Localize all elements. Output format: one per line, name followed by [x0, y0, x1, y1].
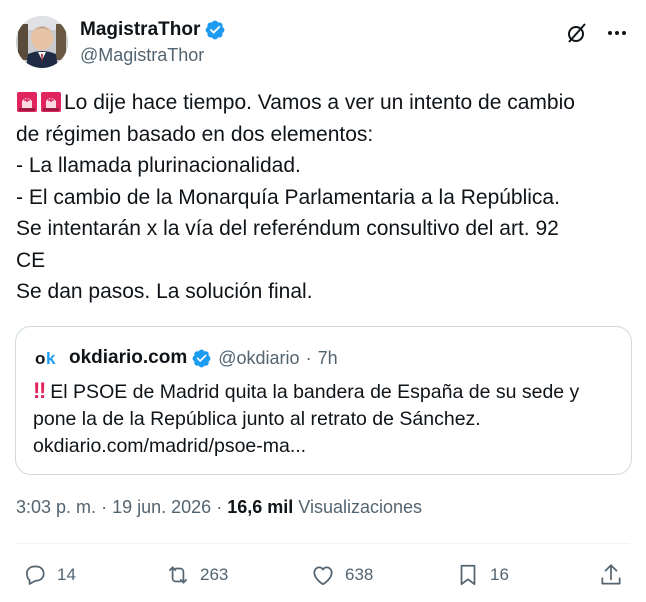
quoted-tweet[interactable]: o k okdiario.com @okdiario · 7h ‼ El PSOE… — [15, 326, 632, 475]
author-block: MagistraThor @MagistraThor — [80, 18, 226, 66]
like-button[interactable]: 638 — [310, 562, 373, 588]
double-exclamation-emoji: ‼ — [33, 378, 46, 403]
quoted-text-line: pone la de la República junto al retrato… — [33, 408, 481, 430]
verified-badge-icon — [192, 349, 211, 367]
heart-icon — [313, 566, 333, 586]
tweet: MagistraThor @MagistraThor Lo dije hace … — [0, 0, 646, 602]
meta-separator: · — [216, 497, 223, 517]
bookmark-count: 16 — [490, 565, 509, 584]
meta-separator: · — [305, 347, 312, 368]
repost-icon — [169, 566, 187, 584]
quoted-text-line: ‼ El PSOE de Madrid quita la bandera de E… — [33, 377, 623, 406]
share-button[interactable] — [598, 562, 624, 588]
tweet-text-line: de régimen basado en dos elementos: — [16, 122, 374, 146]
repost-count: 263 — [200, 565, 229, 584]
avatar[interactable] — [16, 16, 68, 68]
share-icon — [601, 564, 621, 585]
repost-button[interactable]: 263 — [165, 562, 228, 588]
grok-icon[interactable] — [564, 20, 590, 46]
tweet-date[interactable]: 19 jun. 2026 — [112, 497, 211, 517]
siren-emoji-icon — [41, 92, 61, 112]
tweet-text-line: - El cambio de la Monarquía Parlamentari… — [16, 185, 560, 209]
views-label: Visualizaciones — [298, 497, 423, 517]
quoted-time[interactable]: 7h — [318, 348, 338, 369]
reply-count: 14 — [57, 565, 76, 584]
author-handle[interactable]: @MagistraThor — [80, 45, 226, 66]
tweet-text: Lo dije hace tiempo. Vamos a ver un inte… — [16, 87, 632, 308]
tweet-text-segment: Lo dije hace tiempo. Vamos a ver un inte… — [64, 91, 575, 114]
svg-text:o: o — [35, 349, 45, 368]
tweet-text-line: - La llamada plurinacionalidad. — [16, 154, 301, 177]
bookmark-button[interactable]: 16 — [455, 562, 509, 588]
tweet-text-line: Se dan pasos. La solución final. — [16, 280, 313, 303]
views-count: 16,6 mil — [227, 497, 294, 517]
quoted-author-handle[interactable]: @okdiario — [218, 348, 299, 369]
siren-emoji-icon — [17, 92, 37, 112]
bookmark-icon — [460, 564, 476, 586]
author-name[interactable]: MagistraThor — [80, 19, 200, 41]
reply-button[interactable]: 14 — [22, 562, 76, 588]
quoted-author-name[interactable]: okdiario.com — [69, 347, 187, 369]
okdiario-logo-icon: o k — [35, 349, 56, 368]
tweet-text-line: Se intentarán x la vía del referéndum co… — [16, 217, 559, 240]
divider — [16, 543, 630, 544]
tweet-text-line: Lo dije hace tiempo. Vamos a ver un inte… — [16, 87, 632, 119]
meta-separator: · — [101, 497, 108, 517]
tweet-stats: 3:03 p. m. · 19 jun. 2026 · 16,6 mil Vis… — [16, 497, 422, 518]
svg-text:k: k — [46, 349, 56, 368]
tweet-time[interactable]: 3:03 p. m. — [16, 497, 96, 517]
action-bar: 14 263 638 16 — [0, 556, 646, 596]
verified-badge-icon — [205, 20, 225, 40]
quoted-link-text: okdiario.com/madrid/psoe-ma... — [33, 435, 307, 457]
reply-icon — [26, 565, 45, 585]
tweet-text-line: CE — [16, 248, 46, 272]
quoted-tweet-text: ‼ El PSOE de Madrid quita la bandera de E… — [33, 377, 623, 460]
quoted-text-segment: El PSOE de Madrid quita la bandera de Es… — [50, 381, 580, 403]
more-icon[interactable] — [604, 20, 630, 46]
like-count: 638 — [345, 565, 374, 584]
